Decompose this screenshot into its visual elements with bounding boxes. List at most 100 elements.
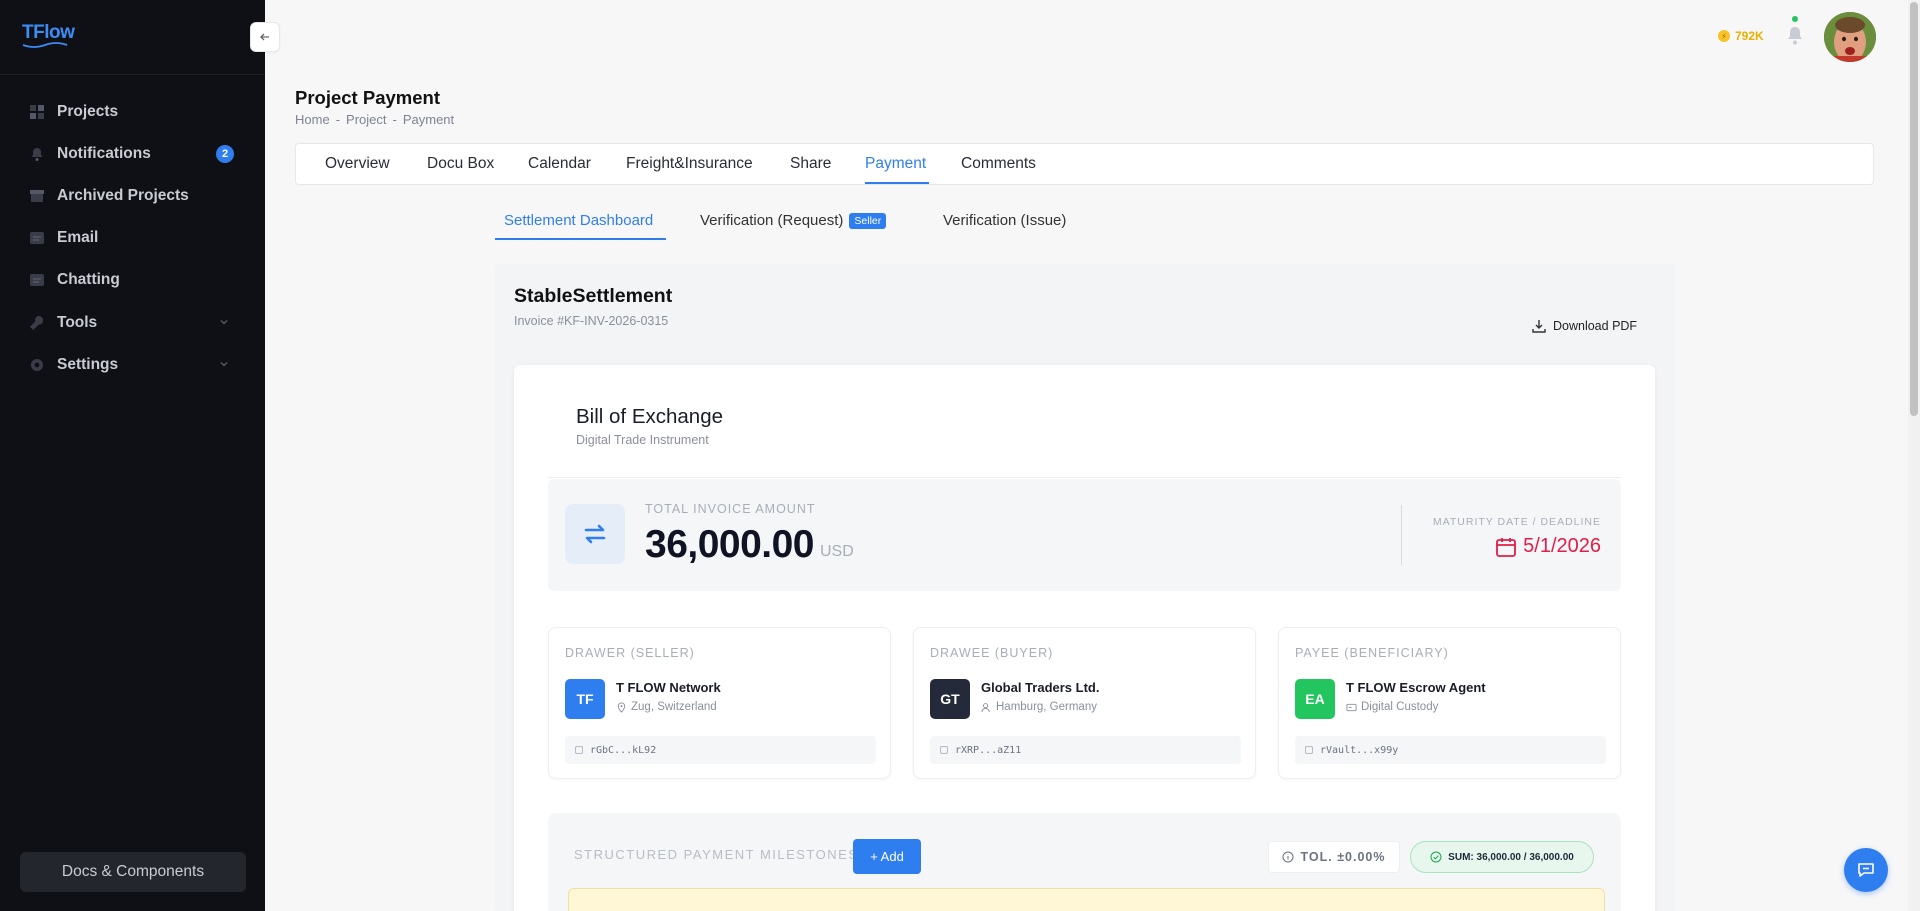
party-wallet-address[interactable]: rGbC...kL92 (565, 736, 876, 764)
info-icon (1282, 851, 1294, 863)
milestones-label: STRUCTURED PAYMENT MILESTONES (574, 847, 859, 862)
sidebar-item-projects[interactable]: Projects (28, 97, 236, 127)
subtab-settlement-dashboard[interactable]: Settlement Dashboard (504, 212, 653, 229)
wrench-icon (28, 314, 46, 332)
party-card-drawer: DRAWER (SELLER) TF T FLOW Network Zug, S… (548, 627, 891, 779)
calendar-icon (1496, 537, 1517, 557)
party-wallet-address[interactable]: rXRP...aZ11 (930, 736, 1241, 764)
download-label: Download PDF (1553, 319, 1638, 333)
lightning-coin-icon: ⚡ (1718, 30, 1730, 42)
party-avatar: TF (565, 679, 605, 719)
sidebar-item-chatting[interactable]: Chatting (28, 265, 236, 295)
sidebar-item-label: Email (57, 229, 99, 246)
download-icon (1532, 320, 1546, 333)
arrow-left-icon (260, 33, 269, 41)
project-tabs: Overview Docu Box Calendar Freight&Insur… (295, 143, 1874, 185)
tab-calendar[interactable]: Calendar (528, 155, 591, 173)
party-avatar: GT (930, 679, 970, 719)
subtab-verification-issue[interactable]: Verification (Issue) (943, 212, 1066, 229)
user-avatar-image (1824, 12, 1876, 62)
maturity-date-label: MATURITY DATE / DEADLINE (1432, 516, 1601, 528)
chat-support-button[interactable] (1844, 848, 1888, 892)
sidebar-item-label: Projects (57, 103, 119, 120)
tab-share[interactable]: Share (790, 155, 831, 173)
sidebar-collapse-button[interactable] (250, 22, 280, 52)
tab-overview[interactable]: Overview (325, 155, 390, 173)
sidebar-item-archived-projects[interactable]: Archived Projects (28, 181, 236, 211)
wallet-address-text: rVault...x99y (1320, 744, 1399, 756)
chat-bubble-icon (1858, 863, 1874, 877)
party-wallet-address[interactable]: rVault...x99y (1295, 736, 1606, 764)
avatar[interactable] (1824, 12, 1876, 62)
sidebar-item-settings[interactable]: Settings (28, 350, 236, 380)
download-pdf-button[interactable]: Download PDF (1531, 318, 1637, 334)
party-location-text: Zug, Switzerland (631, 701, 717, 713)
chevron-down-icon[interactable] (218, 358, 230, 370)
sidebar-item-label: Settings (57, 356, 119, 373)
page-scrollbar[interactable] (1908, 0, 1920, 911)
chat-icon (28, 271, 46, 289)
docs-components-button[interactable]: Docs & Components (20, 852, 246, 892)
party-location: Hamburg, Germany (981, 701, 1097, 713)
logo[interactable]: TFlow (22, 22, 75, 44)
breadcrumb-project[interactable]: Project (346, 112, 386, 127)
invoice-number: Invoice #KF-INV-2026-0315 (514, 314, 669, 328)
party-name: T FLOW Escrow Agent (1346, 680, 1486, 695)
party-name: T FLOW Network (616, 680, 721, 695)
tab-payment[interactable]: Payment (865, 155, 926, 173)
breadcrumb-separator: - (392, 112, 397, 127)
sidebar-divider (0, 74, 265, 75)
archive-icon (28, 187, 46, 205)
map-pin-icon (617, 701, 626, 713)
party-location: Zug, Switzerland (616, 701, 717, 713)
total-amount-value: 36,000.00 (645, 523, 815, 566)
subtab-verification-request[interactable]: Verification (Request) Seller (700, 212, 887, 229)
chevron-down-icon[interactable] (218, 316, 230, 328)
tab-comments[interactable]: Comments (961, 155, 1036, 173)
notification-bell-icon[interactable] (1786, 24, 1804, 46)
scrollbar-thumb[interactable] (1910, 2, 1918, 416)
sidebar-item-email[interactable]: Email (28, 223, 236, 253)
mail-icon (28, 229, 46, 247)
subtab-label: Verification (Request) (700, 212, 844, 229)
active-subtab-indicator (495, 238, 666, 240)
sidebar-item-notifications[interactable]: Notifications 2 (28, 139, 236, 169)
add-milestone-button[interactable]: + Add (853, 839, 921, 874)
card-divider (548, 477, 1621, 478)
breadcrumb-home[interactable]: Home (295, 112, 330, 127)
user-icon (981, 702, 990, 712)
sidebar-item-label: Tools (57, 314, 98, 331)
instrument-subtitle: Digital Trade Instrument (576, 433, 709, 447)
payment-milestones-section: STRUCTURED PAYMENT MILESTONES + Add TOL.… (548, 813, 1621, 911)
tolerance-indicator: TOL. ±0.00% (1268, 841, 1400, 873)
currency-code: USD (820, 543, 854, 560)
sum-text: SUM: 36,000.00 / 36,000.00 (1448, 851, 1574, 863)
amount-divider (1401, 505, 1402, 565)
party-role: DRAWEE (BUYER) (930, 646, 1054, 660)
coin-balance[interactable]: ⚡ 792K (1718, 29, 1764, 43)
tab-docu-box[interactable]: Docu Box (427, 155, 494, 173)
sidebar-item-label: Chatting (57, 271, 120, 288)
payment-subtabs: Settlement Dashboard Verification (Reque… (495, 200, 1095, 240)
party-location-text: Digital Custody (1361, 701, 1439, 713)
tab-freight-insurance[interactable]: Freight&Insurance (626, 155, 753, 173)
breadcrumb-separator: - (335, 112, 341, 127)
party-location: Digital Custody (1346, 701, 1438, 713)
party-avatar: EA (1295, 679, 1335, 719)
maturity-date-value: 5/1/2026 (1523, 535, 1601, 557)
coin-amount: 792K (1735, 29, 1764, 43)
party-role: DRAWER (SELLER) (565, 646, 695, 660)
party-location-text: Hamburg, Germany (996, 701, 1097, 713)
party-role: PAYEE (BENEFICIARY) (1295, 646, 1449, 660)
settlement-dashboard: StableSettlement Invoice #KF-INV-2026-03… (495, 264, 1675, 911)
check-circle-icon (1430, 851, 1442, 863)
dashboard-title: StableSettlement (514, 285, 673, 307)
active-tab-indicator (865, 182, 929, 184)
bill-of-exchange-card: Bill of Exchange Digital Trade Instrumen… (514, 365, 1655, 911)
sidebar-item-tools[interactable]: Tools (28, 308, 236, 338)
wallet-address-text: rXRP...aZ11 (955, 744, 1022, 756)
grid-icon (28, 103, 46, 121)
milestone-row[interactable] (568, 888, 1605, 911)
amount-summary: TOTAL INVOICE AMOUNT 36,000.00 USD MATUR… (548, 479, 1621, 591)
party-card-payee: PAYEE (BENEFICIARY) EA T FLOW Escrow Age… (1278, 627, 1621, 779)
